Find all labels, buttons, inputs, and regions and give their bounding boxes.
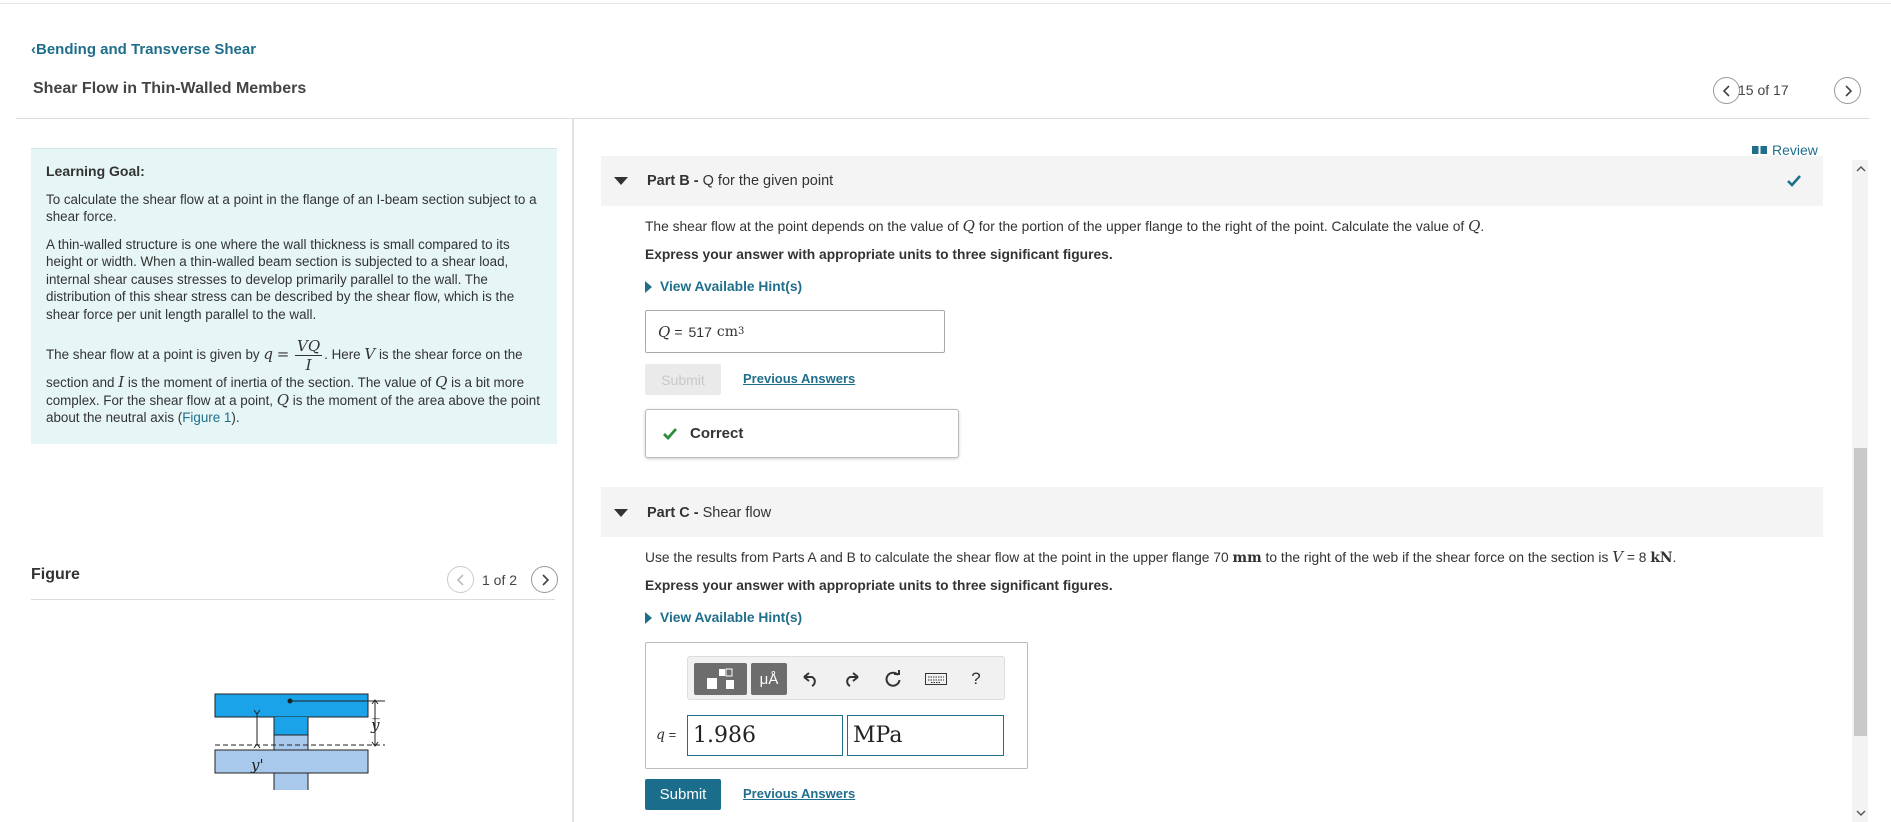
caret-right-icon	[645, 611, 652, 624]
correct-label: Correct	[690, 425, 744, 442]
part-b-title: Part B - Q for the given point	[647, 173, 834, 189]
column-divider	[572, 119, 574, 822]
units-button[interactable]: μÅ	[751, 663, 787, 695]
item-counter: 15 of 17	[1738, 82, 1789, 98]
back-link-label: Bending and Transverse Shear	[36, 41, 257, 58]
book-icon	[1752, 146, 1767, 154]
chevron-right-icon	[541, 573, 549, 586]
part-c-title: Part C - Shear flow	[647, 505, 772, 521]
part-b-feedback: Correct	[645, 409, 959, 458]
top-rule	[0, 0, 1891, 4]
answer-variable-label: q =	[656, 727, 677, 743]
part-c-submit-button[interactable]: Submit	[645, 779, 721, 810]
redo-icon	[846, 672, 859, 687]
figure-title: Figure	[31, 566, 80, 583]
part-c-instruction: Express your answer with appropriate uni…	[645, 578, 1113, 593]
figure-next-button[interactable]	[531, 566, 558, 593]
scrollbar-thumb[interactable]	[1854, 448, 1867, 736]
keyboard-icon	[925, 673, 947, 685]
part-b-submit-button[interactable]: Submit	[645, 364, 721, 395]
templates-button[interactable]	[694, 663, 747, 695]
figure-counter: 1 of 2	[482, 572, 518, 588]
next-item-button[interactable]	[1834, 77, 1861, 104]
caret-right-icon	[645, 280, 652, 293]
web-upper	[274, 717, 308, 735]
header-divider	[16, 118, 1870, 119]
reset-icon	[885, 670, 901, 687]
checkmark-icon	[1787, 175, 1801, 187]
prev-item-button[interactable]	[1713, 77, 1740, 104]
learning-goal-definition: A thin-walled structure is one where the…	[46, 236, 515, 322]
undo-icon	[803, 672, 816, 687]
figure-divider	[31, 599, 555, 600]
part-c-previous-answers-link[interactable]: Previous Answers	[743, 786, 855, 801]
part-c-collapse-icon[interactable]	[614, 509, 628, 517]
help-button[interactable]: ?	[960, 663, 992, 695]
part-b-collapse-icon[interactable]	[614, 177, 628, 185]
math-toolbar: μÅ ?	[687, 656, 1005, 700]
figure-1-link[interactable]: Figure 1	[182, 410, 231, 425]
part-b-hint-link[interactable]: View Available Hint(s)	[645, 279, 802, 294]
shear-flow-fraction: VQ I	[295, 337, 323, 374]
redo-button[interactable]	[836, 663, 868, 695]
chevron-left-icon	[1722, 84, 1730, 97]
value-input[interactable]: 1.986	[687, 715, 843, 756]
part-b-question: The shear flow at the point depends on t…	[645, 217, 1485, 235]
learning-goal-box: Learning Goal: To calculate the shear fl…	[31, 148, 557, 444]
templates-icon	[706, 668, 734, 689]
part-c-hint-link[interactable]: View Available Hint(s)	[645, 610, 802, 625]
bottom-flange	[214, 749, 369, 774]
part-c-question: Use the results from Parts A and B to ca…	[645, 548, 1677, 566]
learning-goal-formula: The shear flow at a point is given by q …	[46, 337, 540, 425]
undo-button[interactable]	[794, 663, 826, 695]
scroll-up-icon[interactable]	[1856, 165, 1866, 172]
top-flange-shape	[214, 693, 369, 718]
part-b-instruction: Express your answer with appropriate uni…	[645, 247, 1113, 262]
reset-button[interactable]	[877, 663, 909, 695]
part-b-answer: Q = 517 cm 3	[645, 310, 945, 353]
part-b-previous-answers-link[interactable]: Previous Answers	[743, 371, 855, 386]
learning-goal-title: Learning Goal:	[46, 163, 145, 179]
scroll-down-icon[interactable]	[1856, 810, 1866, 817]
ybar-label: y̅	[370, 716, 380, 734]
yprime-label: y'	[250, 756, 264, 774]
units-input[interactable]: MPa	[847, 715, 1004, 756]
learning-goal-intro: To calculate the shear flow at a point i…	[46, 191, 537, 225]
part-c-header[interactable]	[601, 487, 1823, 537]
chevron-right-icon	[1844, 84, 1852, 97]
keyboard-button[interactable]	[920, 663, 952, 695]
page-title: Shear Flow in Thin-Walled Members	[33, 80, 307, 97]
chevron-left-icon	[456, 573, 464, 586]
back-link[interactable]: ‹Bending and Transverse Shear	[31, 41, 256, 58]
i-beam-figure: y̅ y'	[214, 693, 385, 790]
figure-prev-button[interactable]	[447, 566, 474, 593]
checkmark-icon	[663, 427, 678, 440]
